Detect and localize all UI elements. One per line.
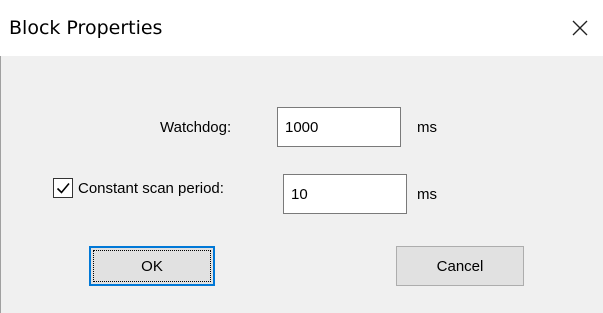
title-bar[interactable]: Block Properties (0, 0, 603, 56)
watchdog-label: Watchdog: (160, 119, 232, 136)
close-button[interactable] (557, 0, 603, 56)
checkmark-icon (56, 182, 70, 194)
block-properties-dialog: Block Properties Watchdog: ms Constant s… (0, 0, 603, 313)
window-border (0, 56, 1, 313)
cancel-button[interactable]: Cancel (396, 246, 524, 286)
constant-scan-input[interactable] (283, 174, 407, 214)
focus-indicator (93, 250, 211, 282)
watchdog-input[interactable] (277, 107, 401, 147)
watchdog-unit: ms (417, 119, 437, 136)
constant-scan-checkbox[interactable] (53, 178, 73, 198)
close-icon (572, 20, 588, 36)
window-title: Block Properties (9, 17, 163, 39)
constant-scan-label: Constant scan period: (78, 180, 224, 197)
constant-scan-unit: ms (417, 186, 437, 203)
ok-button[interactable]: OK (89, 246, 215, 286)
cancel-button-label: Cancel (436, 257, 484, 275)
